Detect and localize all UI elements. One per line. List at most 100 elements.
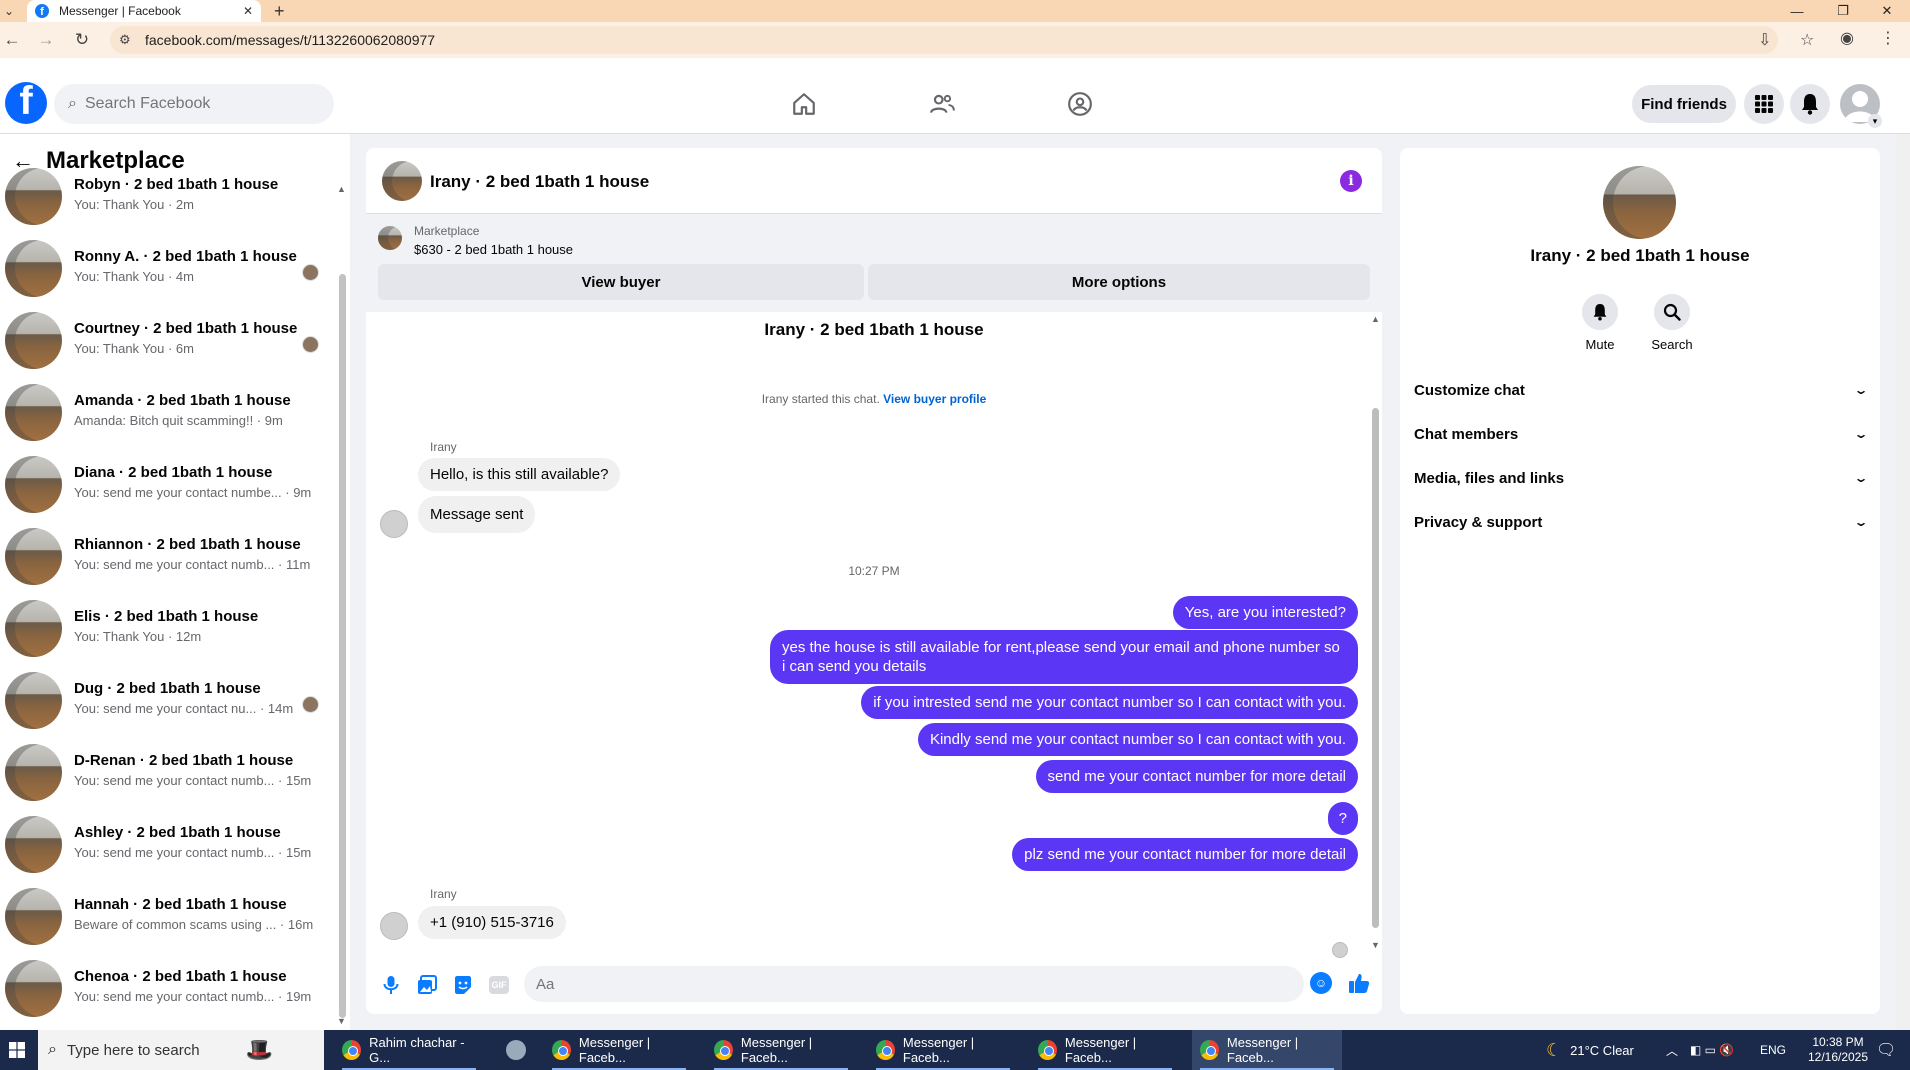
listing-thumbnail[interactable]	[378, 226, 402, 250]
facebook-search-input[interactable]	[84, 95, 305, 113]
details-avatar[interactable]	[1603, 166, 1676, 239]
view-buyer-button[interactable]: View buyer	[378, 264, 864, 300]
friends-icon[interactable]	[926, 88, 958, 120]
incoming-message[interactable]: Hello, is this still available?	[418, 458, 621, 491]
message-input[interactable]	[524, 966, 1304, 1002]
conversation-title[interactable]: Irany · 2 bed 1bath 1 house	[430, 172, 649, 192]
browser-tab-active[interactable]: f Messenger | Facebook ✕	[27, 0, 261, 22]
menu-grid-icon[interactable]	[1744, 84, 1784, 124]
chat-list-item[interactable]: Ronny A. · 2 bed 1bath 1 house You: Thank…	[0, 240, 336, 316]
url-text[interactable]: facebook.com/messages/t/1132260062080977	[145, 32, 435, 48]
weather-widget[interactable]: ☾ 21°C Clear	[1546, 1030, 1634, 1070]
chrome-menu-icon[interactable]: ⋮	[1880, 28, 1896, 48]
outgoing-message[interactable]: if you intrested send me your contact nu…	[861, 686, 1358, 719]
media-files-links-section[interactable]: Media, files and links ⌄	[1414, 460, 1869, 496]
taskbar-app-misc[interactable]	[498, 1030, 532, 1070]
chat-members-section[interactable]: Chat members ⌄	[1414, 416, 1869, 452]
microphone-icon[interactable]	[380, 974, 402, 996]
account-chevron-icon[interactable]: ▾	[1868, 114, 1882, 128]
gif-icon[interactable]: GIF	[488, 974, 510, 996]
chat-list-item[interactable]: Elis · 2 bed 1bath 1 house You: Thank You…	[0, 600, 336, 676]
listing-title[interactable]: $630 - 2 bed 1bath 1 house	[414, 242, 573, 257]
thread-scroll-down-icon[interactable]: ▼	[1371, 940, 1380, 950]
taskbar-app-messenger[interactable]: Messenger | Faceb...	[706, 1030, 856, 1070]
outgoing-message[interactable]: plz send me your contact number for more…	[1012, 838, 1358, 871]
taskbar-search-placeholder[interactable]: Type here to search	[67, 1042, 200, 1059]
conversation-avatar[interactable]	[382, 161, 422, 201]
chat-list-item[interactable]: Amanda · 2 bed 1bath 1 house Amanda: Bitc…	[0, 384, 336, 460]
chat-list-item[interactable]: Robyn · 2 bed 1bath 1 house You: Thank Yo…	[0, 168, 336, 244]
bookmark-star-icon[interactable]: ☆	[1800, 30, 1814, 50]
thread-scroll-up-icon[interactable]: ▲	[1371, 314, 1380, 324]
home-icon[interactable]	[788, 88, 820, 120]
reload-icon[interactable]: ↻	[70, 28, 94, 52]
back-icon[interactable]: ←	[0, 28, 24, 52]
facebook-search[interactable]: ⌕	[54, 84, 334, 124]
taskbar-search[interactable]: ⌕ Type here to search 🎩	[38, 1030, 324, 1070]
forward-icon[interactable]: →	[34, 28, 58, 52]
mute-bell-icon[interactable]	[1582, 294, 1618, 330]
sender-avatar[interactable]	[380, 510, 408, 538]
find-friends-button[interactable]: Find friends	[1632, 85, 1736, 123]
taskbar-app-messenger[interactable]: Messenger | Faceb...	[544, 1030, 694, 1070]
outgoing-message[interactable]: send me your contact number for more det…	[1035, 760, 1358, 793]
windows-start-icon[interactable]	[0, 1030, 34, 1070]
conversation-info-icon[interactable]: i	[1340, 170, 1362, 192]
site-settings-icon[interactable]: ⚙	[119, 32, 135, 48]
chat-list-item[interactable]: Dug · 2 bed 1bath 1 house You: send me yo…	[0, 672, 336, 748]
incoming-message[interactable]: Message sent	[418, 496, 536, 533]
notification-center-icon[interactable]: 🗨	[1876, 1030, 1896, 1070]
details-name[interactable]: Irany · 2 bed 1bath 1 house	[1400, 246, 1880, 266]
scroll-up-icon[interactable]: ▲	[337, 184, 346, 194]
facebook-logo-icon[interactable]: f	[5, 82, 47, 124]
install-app-icon[interactable]: ⇩	[1758, 30, 1771, 50]
search-in-conversation-button[interactable]: Search	[1642, 294, 1702, 352]
new-tab-icon[interactable]: +	[274, 0, 285, 22]
sticker-icon[interactable]	[452, 974, 474, 996]
chat-list-item[interactable]: D-Renan · 2 bed 1bath 1 house You: send m…	[0, 744, 336, 820]
page-scrollbar[interactable]	[1896, 134, 1910, 1030]
emoji-icon[interactable]: ☺	[1310, 972, 1332, 994]
search-highlight-icon[interactable]: 🎩	[246, 1037, 273, 1063]
thread-scroll-thumb[interactable]	[1372, 408, 1379, 928]
notifications-bell-icon[interactable]	[1790, 84, 1830, 124]
address-bar[interactable]: ⚙ facebook.com/messages/t/11322600620809…	[110, 26, 1814, 54]
taskbar-app-messenger[interactable]: Messenger | Faceb...	[868, 1030, 1018, 1070]
sender-avatar[interactable]	[380, 912, 408, 940]
chat-list-item[interactable]: Rhiannon · 2 bed 1bath 1 house You: send …	[0, 528, 336, 604]
outgoing-message[interactable]: Kindly send me your contact number so I …	[917, 723, 1358, 756]
tab-close-icon[interactable]: ✕	[243, 4, 253, 18]
profile-icon[interactable]: ◉	[1840, 28, 1854, 48]
mute-button[interactable]: Mute	[1570, 294, 1630, 352]
view-buyer-profile-link[interactable]: View buyer profile	[883, 392, 986, 406]
restore-icon[interactable]: ❐	[1820, 0, 1866, 22]
photo-icon[interactable]	[416, 974, 438, 996]
tray-chevron-icon[interactable]: ︿	[1666, 1030, 1678, 1070]
outgoing-message[interactable]: yes the house is still available for ren…	[770, 630, 1358, 684]
tab-search-chevron-icon[interactable]: ⌄	[4, 0, 14, 22]
tray-system-icons[interactable]: ◧ ▭ 🔇	[1690, 1030, 1734, 1070]
outgoing-message[interactable]: ?	[1327, 802, 1358, 835]
taskbar-app-messenger[interactable]: Messenger | Faceb...	[1030, 1030, 1180, 1070]
incoming-message[interactable]: +1 (910) 515-3716	[418, 906, 566, 939]
groups-icon[interactable]	[1064, 88, 1096, 120]
chat-list-item[interactable]: Diana · 2 bed 1bath 1 house You: send me …	[0, 456, 336, 532]
taskbar-app-chrome[interactable]: Rahim chachar - G...	[334, 1030, 484, 1070]
chat-list-scroll-thumb[interactable]	[339, 274, 346, 1018]
scroll-down-icon[interactable]: ▼	[337, 1016, 346, 1026]
minimize-icon[interactable]: —	[1774, 0, 1820, 22]
chat-list-item[interactable]: Hannah · 2 bed 1bath 1 house Beware of co…	[0, 888, 336, 964]
chat-list-item[interactable]: Ashley · 2 bed 1bath 1 house You: send me…	[0, 816, 336, 892]
more-options-button[interactable]: More options	[868, 264, 1370, 300]
taskbar-app-messenger-active[interactable]: Messenger | Faceb...	[1192, 1030, 1342, 1070]
privacy-support-section[interactable]: Privacy & support ⌄	[1414, 504, 1869, 540]
like-thumb-icon[interactable]	[1348, 972, 1370, 994]
close-window-icon[interactable]: ✕	[1864, 0, 1910, 22]
search-icon[interactable]	[1654, 294, 1690, 330]
clock[interactable]: 10:38 PM 12/16/2025	[1804, 1030, 1872, 1070]
chat-list-item[interactable]: Courtney · 2 bed 1bath 1 house You: Thank…	[0, 312, 336, 388]
chat-list-item[interactable]: Chenoa · 2 bed 1bath 1 house You: send me…	[0, 960, 336, 1036]
outgoing-message[interactable]: Yes, are you interested?	[1172, 596, 1358, 629]
customize-chat-section[interactable]: Customize chat ⌄	[1414, 372, 1869, 408]
language-indicator[interactable]: ENG	[1760, 1030, 1786, 1070]
